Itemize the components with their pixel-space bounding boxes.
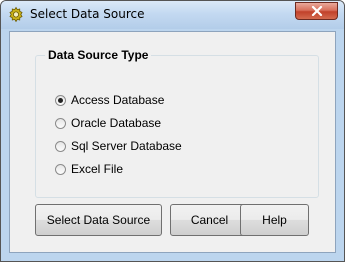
close-button[interactable]	[295, 2, 338, 20]
radio-label: Access Database	[71, 93, 165, 107]
radio-button[interactable]	[55, 117, 66, 129]
select-data-source-button[interactable]: Select Data Source	[35, 204, 162, 236]
cancel-button[interactable]: Cancel	[170, 204, 249, 236]
gear-icon	[7, 6, 25, 24]
radio-label: Oracle Database	[71, 116, 162, 130]
group-label: Data Source Type	[45, 48, 152, 62]
radio-label: Excel File	[71, 162, 124, 176]
title-bar[interactable]: Select Data Source	[1, 1, 344, 29]
radio-sql-server-database[interactable]: Sql Server Database	[55, 137, 182, 155]
help-button[interactable]: Help	[240, 204, 309, 236]
close-icon	[311, 6, 323, 16]
radio-excel-file[interactable]: Excel File	[55, 160, 123, 178]
radio-button[interactable]	[55, 140, 66, 152]
dialog-client-area: Data Source Type Access Database Oracle …	[9, 31, 336, 253]
window-title: Select Data Source	[30, 7, 145, 21]
radio-oracle-database[interactable]: Oracle Database	[55, 114, 161, 132]
radio-label: Sql Server Database	[71, 139, 182, 153]
radio-button[interactable]	[55, 163, 66, 175]
dialog-window: Select Data Source Data Source Type Acce…	[0, 0, 345, 262]
radio-access-database[interactable]: Access Database	[55, 91, 164, 109]
radio-button[interactable]	[55, 94, 66, 106]
